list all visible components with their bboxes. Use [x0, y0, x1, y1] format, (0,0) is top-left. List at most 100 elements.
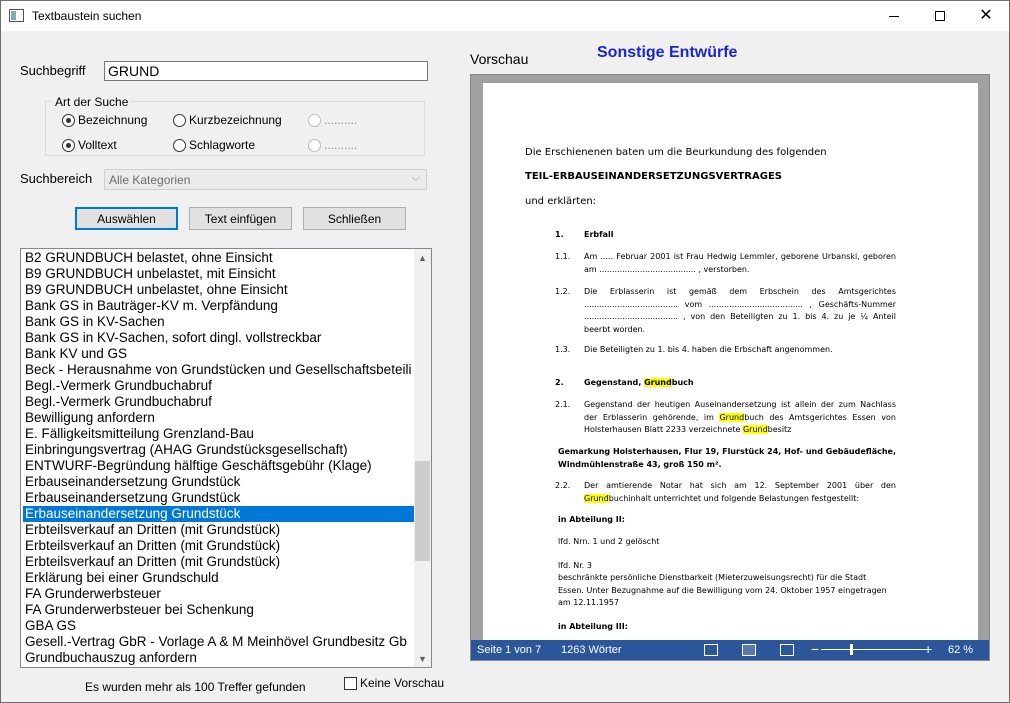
doc-para: Die Erblasserin ist gemäß dem Erbschein … [584, 287, 896, 334]
radio-volltext[interactable]: Volltext [62, 138, 117, 152]
list-item[interactable]: Gesell.-Vertrag GbR - Vorlage A & M Mein… [23, 634, 416, 650]
doc-parcel: Gemarkung Holsterhausen, Flur 19, Flurst… [558, 447, 896, 469]
search-highlight: Grund [742, 425, 768, 434]
scroll-down-arrow-icon[interactable]: ▼ [414, 650, 431, 667]
close-button[interactable]: Schließen [303, 207, 406, 230]
radio-schlagworte[interactable]: Schlagworte [173, 138, 255, 152]
radio-kurzbezeichnung[interactable]: Kurzbezeichnung [173, 113, 282, 127]
page-count: Seite 1 von 7 [477, 644, 542, 656]
radio-circle [62, 138, 75, 152]
radio-circle [173, 138, 186, 152]
list-item[interactable]: Bewilligung anfordern [23, 410, 416, 426]
search-area-value: Alle Kategorien [109, 173, 191, 187]
search-label: Suchbegriff [20, 63, 86, 78]
list-item[interactable]: B9 GRUNDBUCH unbelastet, ohne Einsicht [23, 282, 416, 298]
window-title: Textbaustein suchen [32, 9, 142, 23]
minimize-icon [889, 15, 899, 17]
list-item[interactable]: Erbauseinandersetzung Grundstück [23, 490, 416, 506]
checkbox-label: Keine Vorschau [360, 676, 445, 690]
doc-section-num: 2. [555, 378, 564, 387]
list-item[interactable]: ENTWURF-Begründung hälftige Geschäftsgeb… [23, 458, 416, 474]
preview-label: Vorschau [470, 51, 529, 67]
insert-text-button[interactable]: Text einfügen [189, 207, 292, 230]
print-layout-icon[interactable] [742, 644, 756, 656]
list-item[interactable]: Grundbuchauszug anfordern [23, 650, 416, 666]
list-item[interactable]: Bank KV und GS [23, 346, 416, 362]
zoom-slider-thumb[interactable] [850, 644, 854, 655]
search-input[interactable]: GRUND [104, 61, 428, 81]
web-layout-icon[interactable] [780, 644, 794, 656]
results-list[interactable]: B2 GRUNDBUCH belastet, ohne Einsicht B9 G… [20, 248, 432, 668]
radio-label: .......... [324, 138, 358, 152]
search-area-label: Suchbereich [20, 171, 93, 186]
scroll-up-arrow-icon[interactable]: ▲ [414, 249, 431, 266]
radio-disabled-2: .......... [308, 138, 357, 152]
radio-disabled-1: .......... [308, 113, 357, 127]
select-button[interactable]: Auswählen [75, 207, 178, 230]
close-icon: ✕ [979, 7, 993, 24]
list-item[interactable]: Begl.-Vermerk Grundbuchabruf [23, 394, 416, 410]
radio-circle [62, 113, 75, 127]
document-page: Die Erschienenen baten um die Beurkundun… [483, 83, 978, 643]
search-area-select[interactable]: Alle Kategorien ⌵ [104, 169, 427, 190]
scroll-thumb[interactable] [415, 461, 430, 561]
title-bar[interactable]: Textbaustein suchen ✕ [1, 1, 1009, 31]
doc-line: beschränkte persönliche Dienstbarkeit (M… [558, 573, 887, 607]
list-item[interactable]: FA Grunderwerbsteuer [23, 586, 416, 602]
list-item[interactable]: Erklärung bei einer Grundschuld [23, 570, 416, 586]
doc-para-num: 2.1. [555, 400, 571, 409]
doc-para-num: 2.2. [555, 481, 571, 490]
dialog-window: Textbaustein suchen ✕ Suchbegriff GRUND … [0, 0, 1010, 703]
doc-para-num: 1.2. [555, 287, 571, 296]
list-item[interactable]: E. Fälligkeitsmitteilung Grenzland-Bau [23, 426, 416, 442]
search-highlight: Grund [584, 493, 609, 503]
list-item[interactable]: Bank GS in KV-Sachen [23, 314, 416, 330]
radio-circle [173, 113, 186, 127]
doc-line: lfd. Nr. 3 [558, 561, 592, 570]
list-item[interactable]: Erbauseinandersetzung Grundstück [23, 474, 416, 490]
radio-label: Bezeichnung [78, 113, 148, 127]
doc-abteilung-3: in Abteilung III: [558, 622, 628, 631]
doc-section-title: Erbfall [584, 230, 614, 239]
results-scrollbar[interactable]: ▲ ▼ [414, 249, 431, 667]
doc-para: Der amtierende Notar hat sich am 12. Sep… [584, 481, 896, 503]
no-preview-checkbox[interactable]: Keine Vorschau [344, 676, 444, 690]
zoom-slider-track[interactable] [821, 649, 926, 650]
doc-para: Am ..... Februar 2001 ist Frau Hedwig Le… [584, 252, 896, 274]
list-item[interactable]: GBA GS [23, 618, 416, 634]
list-item[interactable]: Erbteilsverkauf an Dritten (mit Grundstü… [23, 522, 416, 538]
radio-circle [308, 113, 321, 127]
radio-label: Volltext [78, 138, 117, 152]
maximize-icon [935, 11, 945, 21]
search-type-legend: Art der Suche [53, 95, 131, 109]
doc-declared: und erklärten: [525, 196, 597, 207]
list-item[interactable]: FA Grunderwerbsteuer bei Schenkung [23, 602, 416, 618]
list-item[interactable]: Begl.-Vermerk Grundbuchabruf [23, 378, 416, 394]
app-icon [9, 9, 24, 22]
result-count-message: Es wurden mehr als 100 Treffer gefunden [85, 680, 306, 694]
list-item[interactable]: Erbteilsverkauf an Dritten (mit Grundstü… [23, 538, 416, 554]
read-mode-icon[interactable] [704, 644, 718, 656]
zoom-out-icon[interactable]: − [811, 641, 819, 657]
preview-pane[interactable]: Die Erschienenen baten um die Beurkundun… [470, 74, 990, 661]
doc-para-num: 1.1. [555, 252, 571, 261]
radio-label: .......... [324, 113, 358, 127]
list-item[interactable]: B9 GRUNDBUCH unbelastet, mit Einsicht [23, 266, 416, 282]
doc-para-num: 1.3. [555, 345, 571, 354]
radio-bezeichnung[interactable]: Bezeichnung [62, 113, 147, 127]
chevron-down-icon: ⌵ [411, 172, 420, 184]
list-item[interactable]: Erbauseinandersetzung Grundstück [23, 506, 416, 522]
zoom-in-icon[interactable]: + [924, 641, 932, 657]
maximize-button[interactable] [917, 1, 963, 31]
close-window-button[interactable]: ✕ [963, 1, 1009, 31]
radio-label: Schlagworte [189, 138, 256, 152]
checkbox-box [344, 676, 357, 690]
list-item[interactable]: Beck - Herausnahme von Grundstücken und … [23, 362, 416, 378]
list-item[interactable]: Erbteilsverkauf an Dritten (mit Grundstü… [23, 554, 416, 570]
minimize-button[interactable] [871, 1, 917, 31]
list-item[interactable]: B2 GRUNDBUCH belastet, ohne Einsicht [23, 250, 416, 266]
list-item[interactable]: Bank GS in Bauträger-KV m. Verpfändung [23, 298, 416, 314]
list-item[interactable]: Einbringungsvertrag (AHAG Grundstücksges… [23, 442, 416, 458]
radio-label: Kurzbezeichnung [189, 113, 282, 127]
list-item[interactable]: Bank GS in KV-Sachen, sofort dingl. voll… [23, 330, 416, 346]
